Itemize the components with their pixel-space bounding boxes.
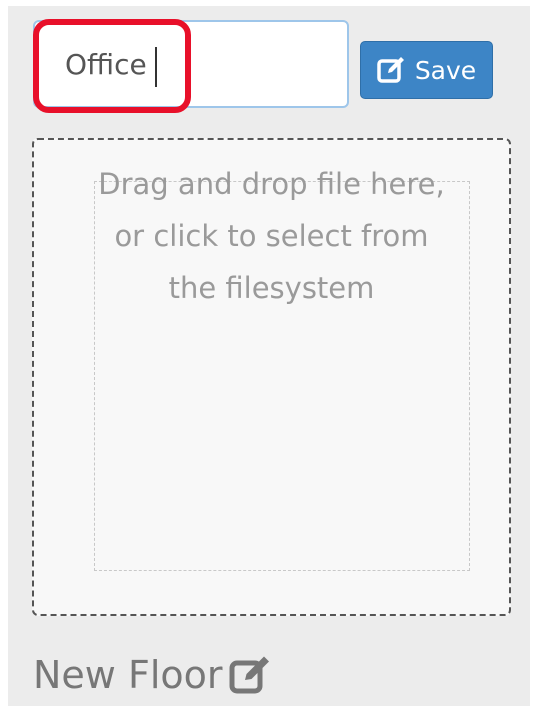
dropzone-message-line: Drag and drop file here, — [98, 167, 445, 201]
floor-name-input[interactable] — [35, 22, 347, 106]
floor-title-label: New Floor — [33, 653, 223, 697]
edit-icon[interactable] — [229, 655, 273, 695]
floor-name-field[interactable] — [33, 20, 349, 108]
dropzone-message: Drag and drop file here, or click to sel… — [32, 158, 511, 314]
floor-title: New Floor — [33, 650, 273, 700]
edit-icon — [377, 56, 407, 84]
text-caret — [155, 47, 157, 87]
dropzone-message-line: or click to select from — [114, 219, 429, 253]
save-button[interactable]: Save — [360, 41, 493, 99]
save-button-label: Save — [414, 55, 477, 85]
dropzone-message-line: the filesystem — [168, 271, 375, 305]
